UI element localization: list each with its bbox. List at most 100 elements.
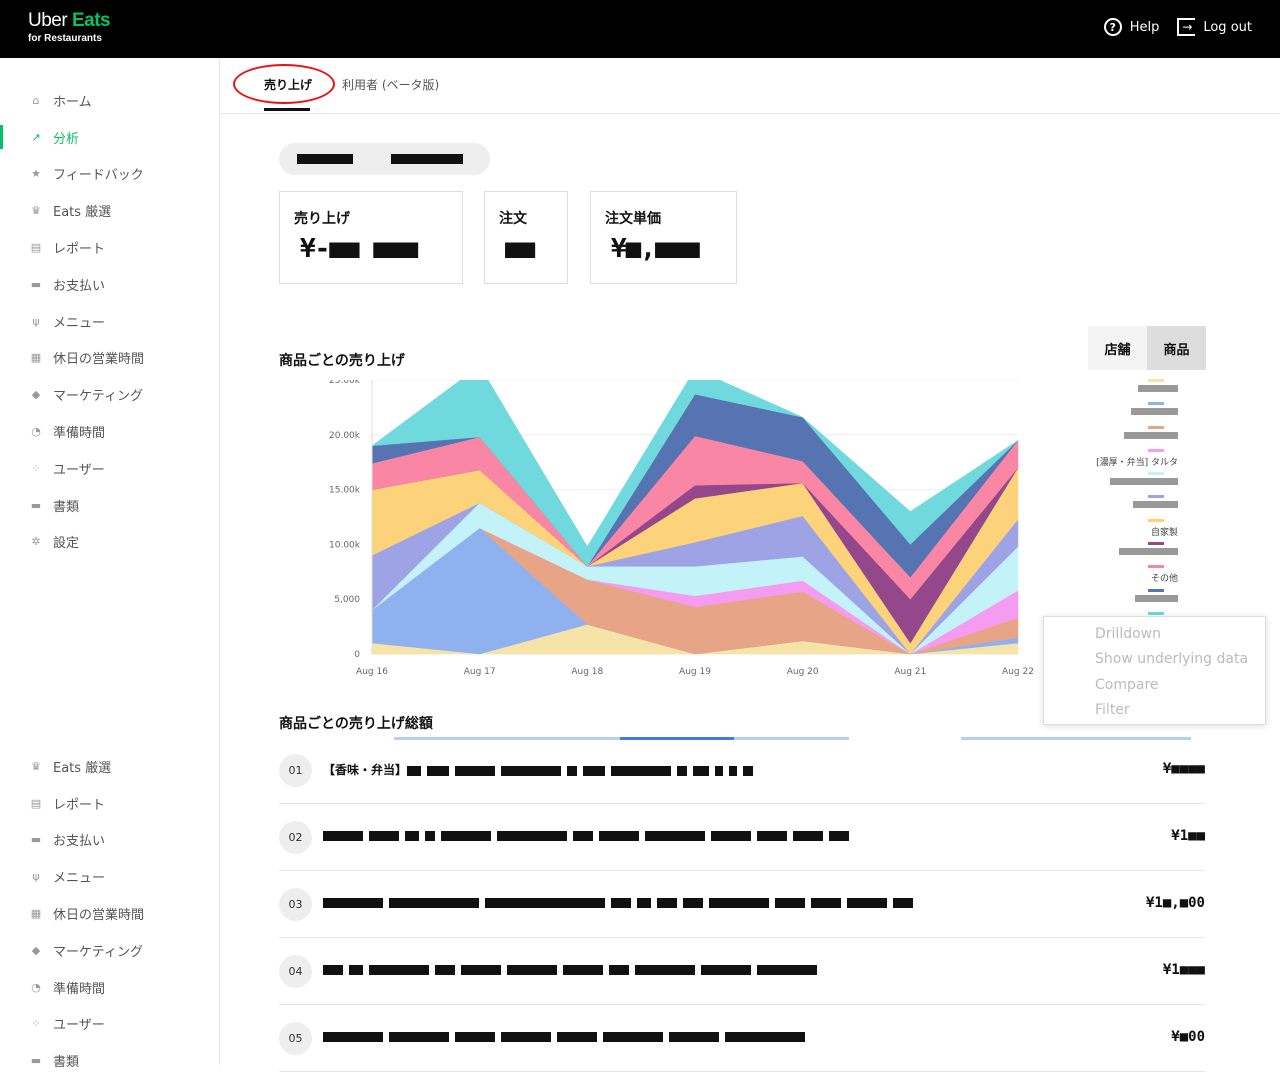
- sidebar-item[interactable]: ψ メニュー: [0, 858, 219, 895]
- list-item[interactable]: 02 ¥1■■: [279, 804, 1205, 871]
- sidebar-item[interactable]: ⁘ ユーザー: [0, 450, 219, 487]
- redacted-text: [455, 1031, 495, 1042]
- kpi-card-avg-order: 注文単価 ¥■,■■■: [590, 191, 737, 284]
- help-icon: ?: [1103, 18, 1122, 36]
- redacted-text: [407, 765, 422, 776]
- sidebar-item[interactable]: ▬ 書類: [0, 487, 219, 524]
- redacted-text: [757, 964, 817, 975]
- calendar-icon: ▦: [30, 907, 42, 921]
- legend-item[interactable]: [濃厚・弁当] タルタ: [1088, 448, 1208, 471]
- sidebar-item[interactable]: ◆ マーケティング: [0, 376, 219, 413]
- sidebar-item[interactable]: ▦ 休日の営業時間: [0, 340, 219, 377]
- sidebar-item-label: 書類: [53, 499, 80, 515]
- menu-show-underlying-data[interactable]: Show underlying data: [1044, 647, 1265, 673]
- legend-swatch: [1148, 472, 1164, 476]
- card-icon: ▬: [30, 277, 42, 291]
- chart-toggle: 店舗 商品: [1088, 326, 1206, 370]
- sidebar-item[interactable]: ↗ 分析: [0, 119, 219, 156]
- redacted-text: [677, 765, 688, 776]
- item-amount: ¥1■,■00: [1145, 895, 1205, 911]
- sidebar-item-label: レポート: [53, 797, 106, 813]
- sidebar-item[interactable]: ♛ Eats 厳選: [0, 192, 219, 229]
- kpi-card-sales: 売り上げ ¥-■■ ■■■: [279, 191, 463, 284]
- redacted-text: [811, 897, 841, 908]
- sidebar-item-label: Eats 厳選: [53, 760, 112, 776]
- legend-item[interactable]: [1088, 588, 1208, 611]
- item-amount: ¥1■■■: [1162, 962, 1205, 978]
- gear-icon: ✲: [31, 535, 41, 549]
- tag-icon: ◆: [31, 943, 41, 957]
- list-item[interactable]: 01 【香味・弁当】 ¥■■■■: [279, 737, 1205, 804]
- redacted-text: [1138, 385, 1178, 392]
- redacted-text: [369, 830, 399, 841]
- legend-item[interactable]: [1088, 401, 1208, 424]
- rank-badge: 04: [279, 955, 312, 988]
- kpi-title: 売り上げ: [294, 211, 350, 227]
- sidebar-item[interactable]: ⁘ ユーザー: [0, 1006, 219, 1043]
- sidebar-item-label: 休日の営業時間: [53, 352, 145, 368]
- sidebar-item[interactable]: ★ フィードバック: [0, 156, 219, 193]
- legend-item[interactable]: [1088, 471, 1208, 494]
- sidebar-item[interactable]: ✲ 設定: [0, 524, 219, 561]
- tab-users[interactable]: 利用者 (ベータ版): [342, 76, 439, 93]
- x-tick-label: Aug 17: [464, 667, 496, 677]
- sidebar-item[interactable]: ◔ 準備時間: [0, 413, 219, 450]
- sidebar-item[interactable]: ▦ 休日の営業時間: [0, 895, 219, 932]
- redacted-text: [611, 897, 631, 908]
- redacted-text: [709, 897, 769, 908]
- logo-subtitle: for Restaurants: [28, 33, 102, 44]
- home-icon: ⌂: [32, 93, 40, 107]
- redacted-text: [669, 1031, 719, 1042]
- help-link[interactable]: ? Help: [1103, 18, 1160, 36]
- list-item[interactable]: 05 ¥■00: [279, 1005, 1205, 1072]
- redacted-text: [729, 765, 738, 776]
- sidebar-item[interactable]: ▬ お支払い: [0, 822, 219, 859]
- timer-icon: ◔: [31, 425, 41, 439]
- sidebar-item[interactable]: ◆ マーケティング: [0, 932, 219, 969]
- sidebar-item[interactable]: ▬ 書類: [0, 1042, 219, 1079]
- legend-item[interactable]: 自家製: [1088, 518, 1208, 541]
- redacted-text: [435, 964, 455, 975]
- sidebar-item-label: マーケティング: [53, 944, 143, 960]
- help-label: Help: [1129, 19, 1160, 35]
- sidebar-item[interactable]: ▤ レポート: [0, 229, 219, 266]
- sidebar-item[interactable]: ▬ お支払い: [0, 266, 219, 303]
- redacted-text: [389, 897, 479, 908]
- toggle-store[interactable]: 店舗: [1088, 326, 1147, 370]
- stacked-area-chart[interactable]: 0 5,000 10.00k 15.00k 20.00k 25.00k Aug 16 Aug …: [320, 380, 1040, 680]
- menu-drilldown[interactable]: Drilldown: [1044, 621, 1265, 647]
- folder-icon: ▬: [30, 498, 42, 512]
- menu-compare[interactable]: Compare: [1044, 672, 1265, 698]
- tag-icon: ◆: [31, 388, 41, 402]
- redacted-text: [1131, 408, 1178, 416]
- sidebar-item-label: メニュー: [53, 871, 106, 887]
- legend-item[interactable]: [1088, 541, 1208, 564]
- sidebar-item[interactable]: ◔ 準備時間: [0, 969, 219, 1006]
- uber-eats-logo[interactable]: Uber Eats for Restaurants: [28, 10, 111, 44]
- legend-swatch: [1148, 518, 1164, 522]
- logout-link[interactable]: → Log out: [1177, 18, 1252, 36]
- legend-item[interactable]: [1088, 494, 1208, 517]
- sidebar-item[interactable]: ⌂ ホーム: [0, 82, 219, 119]
- redacted-text: [323, 1031, 383, 1042]
- date-range-selector[interactable]: [279, 143, 490, 175]
- redacted-text: [485, 897, 605, 908]
- legend-item[interactable]: [1088, 425, 1208, 448]
- legend-item[interactable]: [1088, 378, 1208, 401]
- redacted-text: [1133, 501, 1178, 509]
- legend-label: [濃厚・弁当] タルタ: [1096, 457, 1178, 468]
- sidebar-item[interactable]: ▤ レポート: [0, 785, 219, 822]
- redacted-text: [829, 830, 849, 841]
- redacted-text: [1124, 431, 1178, 439]
- sidebar-item[interactable]: ♛ Eats 厳選: [0, 748, 219, 785]
- menu-filter[interactable]: Filter: [1044, 698, 1265, 724]
- logo-eats: Eats: [71, 10, 111, 31]
- redacted-text: [893, 897, 913, 908]
- toggle-item[interactable]: 商品: [1147, 326, 1206, 370]
- list-item[interactable]: 04 ¥1■■■: [279, 938, 1205, 1005]
- list-item[interactable]: 03 ¥1■,■00: [279, 871, 1205, 938]
- sidebar-item[interactable]: ψ メニュー: [0, 303, 219, 340]
- sidebar-item-label: 書類: [53, 1055, 80, 1071]
- sidebar-item-label: 分析: [53, 131, 80, 147]
- legend-item[interactable]: その他: [1088, 564, 1208, 587]
